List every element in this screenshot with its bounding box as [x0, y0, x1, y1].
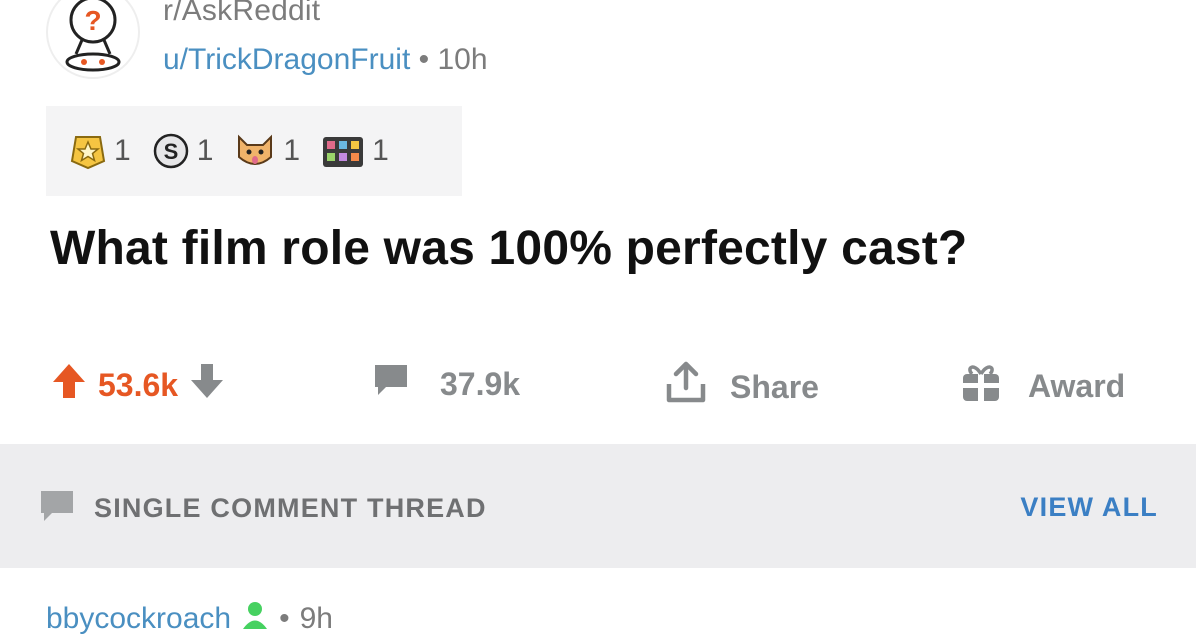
award-count: 1	[196, 134, 214, 167]
svg-text:?: ?	[84, 5, 101, 36]
share-button[interactable]: Share	[664, 360, 819, 414]
award-item[interactable]: 1	[233, 131, 300, 171]
award-count: 1	[283, 134, 301, 167]
comment-separator: •	[279, 602, 290, 635]
award-item[interactable]: 1	[320, 131, 389, 171]
single-comment-thread-banner: SINGLE COMMENT THREAD VIEW ALL	[0, 444, 1196, 568]
subreddit-link[interactable]: r/AskReddit	[163, 0, 320, 28]
wholesome-award-icon	[323, 137, 364, 167]
view-all-link[interactable]: VIEW ALL	[1020, 492, 1158, 523]
comment-icon	[38, 488, 76, 529]
award-label: Award	[1028, 367, 1126, 404]
comment-age: 9h	[299, 602, 333, 635]
vote-controls: 53.6k	[52, 362, 224, 408]
svg-text:S: S	[163, 139, 178, 164]
author-link[interactable]: u/TrickDragonFruit	[163, 43, 410, 76]
comment-header: bbycockroach • 9h	[46, 600, 333, 638]
cat-award-icon	[238, 134, 273, 165]
post-action-bar: 53.6k 37.9k Share Award	[0, 348, 1196, 424]
post-title[interactable]: What film role was 100% perfectly cast?	[50, 221, 967, 276]
award-item[interactable]: 1	[68, 131, 131, 171]
op-user-icon	[241, 600, 269, 638]
give-award-button[interactable]: Award	[960, 360, 1125, 412]
awards-bar[interactable]: 1 S 1 1 1	[46, 106, 462, 196]
share-icon	[664, 360, 708, 414]
byline-separator: •	[418, 43, 430, 76]
award-count: 1	[114, 134, 131, 167]
post-age: 10h	[437, 43, 488, 76]
silver-award-icon: S	[153, 133, 188, 169]
share-label: Share	[730, 368, 819, 405]
upvote-icon[interactable]	[52, 362, 86, 408]
award-item[interactable]: S 1	[151, 131, 214, 171]
post-byline: u/TrickDragonFruit • 10h	[163, 43, 488, 77]
downvote-icon[interactable]	[190, 362, 224, 408]
comment-author-link[interactable]: bbycockroach	[46, 602, 231, 636]
thread-title: SINGLE COMMENT THREAD	[94, 493, 487, 523]
gold-award-icon	[70, 136, 106, 170]
vote-score: 53.6k	[98, 366, 179, 403]
comments-button[interactable]: 37.9k	[372, 362, 520, 406]
award-count: 1	[372, 134, 389, 167]
gift-icon	[960, 360, 1002, 412]
comments-count: 37.9k	[440, 365, 521, 402]
comment-icon	[372, 362, 410, 406]
subreddit-avatar-icon[interactable]: ?	[46, 0, 140, 82]
thread-heading: SINGLE COMMENT THREAD	[38, 488, 487, 529]
